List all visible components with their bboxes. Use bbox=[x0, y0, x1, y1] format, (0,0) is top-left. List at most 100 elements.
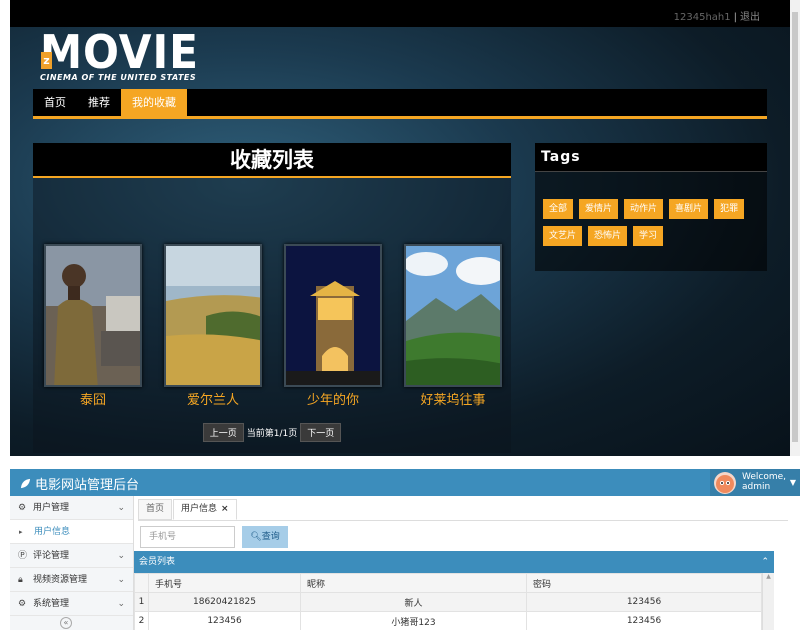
tag-study[interactable]: 学习 bbox=[633, 226, 664, 246]
main-nav: 首页 推荐 我的收藏 bbox=[33, 89, 767, 119]
table-row[interactable]: 1 18620421825 新人 123456 bbox=[134, 592, 762, 612]
sidebar-item-label: 用户信息 bbox=[34, 527, 71, 537]
chevron-down-icon: ⌄ bbox=[117, 503, 125, 513]
separator: | bbox=[733, 12, 737, 23]
page-info: 当前第1/1页 bbox=[246, 429, 298, 439]
cell-password: 123456 bbox=[526, 592, 762, 612]
welcome-label: Welcome, bbox=[742, 472, 787, 482]
member-list-panel: 会员列表 ⌃ 手机号 昵称 密码 1 18620421825 新人 123456… bbox=[134, 551, 774, 630]
member-list-title: 会员列表 bbox=[139, 557, 176, 567]
cell-phone: 18620421825 bbox=[148, 592, 301, 612]
logo-wordmark: MOVIE bbox=[40, 25, 199, 79]
sidebar-item-label: 视频资源管理 bbox=[33, 575, 88, 585]
poster-title[interactable]: 少年的你 bbox=[284, 389, 382, 408]
tag-all[interactable]: 全部 bbox=[543, 199, 574, 219]
poster-image[interactable] bbox=[404, 244, 502, 387]
favorites-title: 收藏列表 bbox=[33, 143, 511, 178]
sidebar-item-label: 评论管理 bbox=[33, 551, 70, 561]
tab-user-info[interactable]: 用户信息 × bbox=[173, 499, 237, 520]
pagination: 上一页 当前第1/1页 下一页 bbox=[33, 423, 511, 442]
sidebar-item-label: 用户管理 bbox=[33, 503, 70, 513]
poster-title[interactable]: 好莱坞往事 bbox=[404, 389, 502, 408]
tag-romance[interactable]: 爱情片 bbox=[579, 199, 619, 219]
user-links: 12345hah1 | 退出 bbox=[674, 8, 760, 23]
row-number: 1 bbox=[134, 592, 149, 612]
table-scrollbar[interactable]: ▲ bbox=[762, 573, 774, 630]
user-menu[interactable]: Welcome, admin ▼ bbox=[710, 469, 800, 496]
tags-title: Tags bbox=[535, 143, 767, 172]
lock-icon: 🔒︎ bbox=[18, 575, 23, 585]
tags-panel: Tags 全部 爱情片 动作片 喜剧片 犯罪 文艺片 恐怖片 学习 bbox=[535, 143, 767, 271]
tag-crime[interactable]: 犯罪 bbox=[714, 199, 745, 219]
member-list-header: 会员列表 ⌃ bbox=[134, 551, 774, 573]
cell-nickname: 小猪哥123 bbox=[300, 611, 527, 630]
poster-image[interactable] bbox=[164, 244, 262, 387]
sidebar-item-user-management[interactable]: ⚙ 用户管理 ⌄ bbox=[10, 496, 133, 520]
tab-bar: 首页 用户信息 × bbox=[138, 499, 788, 521]
sidebar-item-video-resources[interactable]: 🔒︎ 视频资源管理 ⌄ bbox=[10, 568, 133, 592]
column-header-nickname[interactable]: 昵称 bbox=[300, 573, 527, 593]
cell-phone: 123456 bbox=[148, 611, 301, 630]
caret-right-icon: ▸ bbox=[19, 528, 23, 536]
favorites-panel: 收藏列表 泰囧 爱尔兰人 少年的你 好莱坞往事 上一页 当前第1/1页 下一页 bbox=[33, 143, 511, 453]
tab-home[interactable]: 首页 bbox=[138, 499, 173, 520]
tag-comedy[interactable]: 喜剧片 bbox=[669, 199, 709, 219]
admin-header: 电影网站管理后台 Welcome, admin ▼ bbox=[10, 469, 800, 496]
chevron-up-icon[interactable]: ⌃ bbox=[761, 551, 769, 573]
tag-horror[interactable]: 恐怖片 bbox=[588, 226, 628, 246]
site-logo[interactable]: MOVIE z CINEMA OF THE UNITED STATES bbox=[40, 29, 210, 85]
admin-brand[interactable]: 电影网站管理后台 bbox=[20, 474, 139, 493]
close-icon[interactable]: × bbox=[221, 504, 229, 514]
tab-label: 用户信息 bbox=[181, 504, 218, 514]
welcome-text: Welcome, admin bbox=[742, 472, 786, 492]
search-icon: 🔍︎ bbox=[250, 532, 262, 542]
collapse-sidebar-icon[interactable]: « bbox=[60, 617, 72, 629]
chevron-down-icon: ⌄ bbox=[117, 599, 125, 609]
scrollbar-thumb[interactable] bbox=[792, 12, 798, 442]
logo-letter: z bbox=[41, 52, 52, 69]
leaf-icon bbox=[20, 478, 31, 493]
nav-favorites[interactable]: 我的收藏 bbox=[121, 89, 187, 116]
member-table: 手机号 昵称 密码 1 18620421825 新人 123456 2 1234… bbox=[134, 573, 762, 630]
phone-search-input[interactable]: 手机号 bbox=[140, 526, 235, 548]
poster-image[interactable] bbox=[44, 244, 142, 387]
poster-image[interactable] bbox=[284, 244, 382, 387]
poster-title[interactable]: 泰囧 bbox=[44, 389, 142, 408]
caret-down-icon: ▼ bbox=[789, 478, 796, 487]
prev-page-button[interactable]: 上一页 bbox=[202, 423, 244, 442]
movie-site-screenshot: 12345hah1 | 退出 MOVIE z CINEMA OF THE UNITE… bbox=[10, 0, 790, 456]
avatar bbox=[714, 472, 736, 494]
chevron-down-icon: ⌄ bbox=[117, 575, 125, 585]
sidebar-item-user-info[interactable]: ▸ 用户信息 bbox=[10, 520, 133, 544]
sidebar-item-label: 系统管理 bbox=[33, 599, 70, 609]
admin-screenshot: 电影网站管理后台 Welcome, admin ▼ ⚙ 用户管理 ⌄ ▸ 用户信息 Ⓟ… bbox=[10, 469, 800, 630]
logo-tagline: CINEMA OF THE UNITED STATES bbox=[40, 73, 197, 82]
top-bar: 12345hah1 | 退出 bbox=[10, 0, 790, 27]
tag-art[interactable]: 文艺片 bbox=[543, 226, 583, 246]
tag-list: 全部 爱情片 动作片 喜剧片 犯罪 文艺片 恐怖片 学习 bbox=[543, 199, 763, 253]
next-page-button[interactable]: 下一页 bbox=[300, 423, 342, 442]
gears-icon: ⚙ bbox=[18, 599, 27, 609]
poster-title[interactable]: 爱尔兰人 bbox=[164, 389, 262, 408]
logout-link[interactable]: 退出 bbox=[740, 12, 760, 23]
sidebar-item-comments[interactable]: Ⓟ 评论管理 ⌄ bbox=[10, 544, 133, 568]
nav-home[interactable]: 首页 bbox=[33, 89, 77, 116]
sidebar-item-system[interactable]: ⚙ 系统管理 ⌄ bbox=[10, 592, 133, 616]
sidebar: ⚙ 用户管理 ⌄ ▸ 用户信息 Ⓟ 评论管理 ⌄ 🔒︎ 视频资源管理 ⌄ ⚙ 系统管理 ⌄ « bbox=[10, 496, 134, 630]
column-header-password[interactable]: 密码 bbox=[526, 573, 762, 593]
admin-username: admin bbox=[742, 482, 771, 492]
chevron-down-icon: ⌄ bbox=[117, 551, 125, 561]
column-header-phone[interactable]: 手机号 bbox=[148, 573, 301, 593]
admin-title: 电影网站管理后台 bbox=[35, 478, 140, 493]
tag-action[interactable]: 动作片 bbox=[624, 199, 664, 219]
cell-password: 123456 bbox=[526, 611, 762, 630]
table-row[interactable]: 2 123456 小猪哥123 123456 bbox=[134, 611, 762, 630]
p-icon: Ⓟ bbox=[18, 551, 28, 561]
cell-nickname: 新人 bbox=[300, 592, 527, 612]
nav-recommend[interactable]: 推荐 bbox=[77, 89, 121, 116]
page-scrollbar[interactable] bbox=[790, 0, 800, 456]
search-button[interactable]: 🔍︎查询 bbox=[242, 526, 288, 548]
row-number-header bbox=[134, 573, 149, 593]
username-link[interactable]: 12345hah1 bbox=[674, 12, 731, 23]
row-number: 2 bbox=[134, 611, 149, 630]
